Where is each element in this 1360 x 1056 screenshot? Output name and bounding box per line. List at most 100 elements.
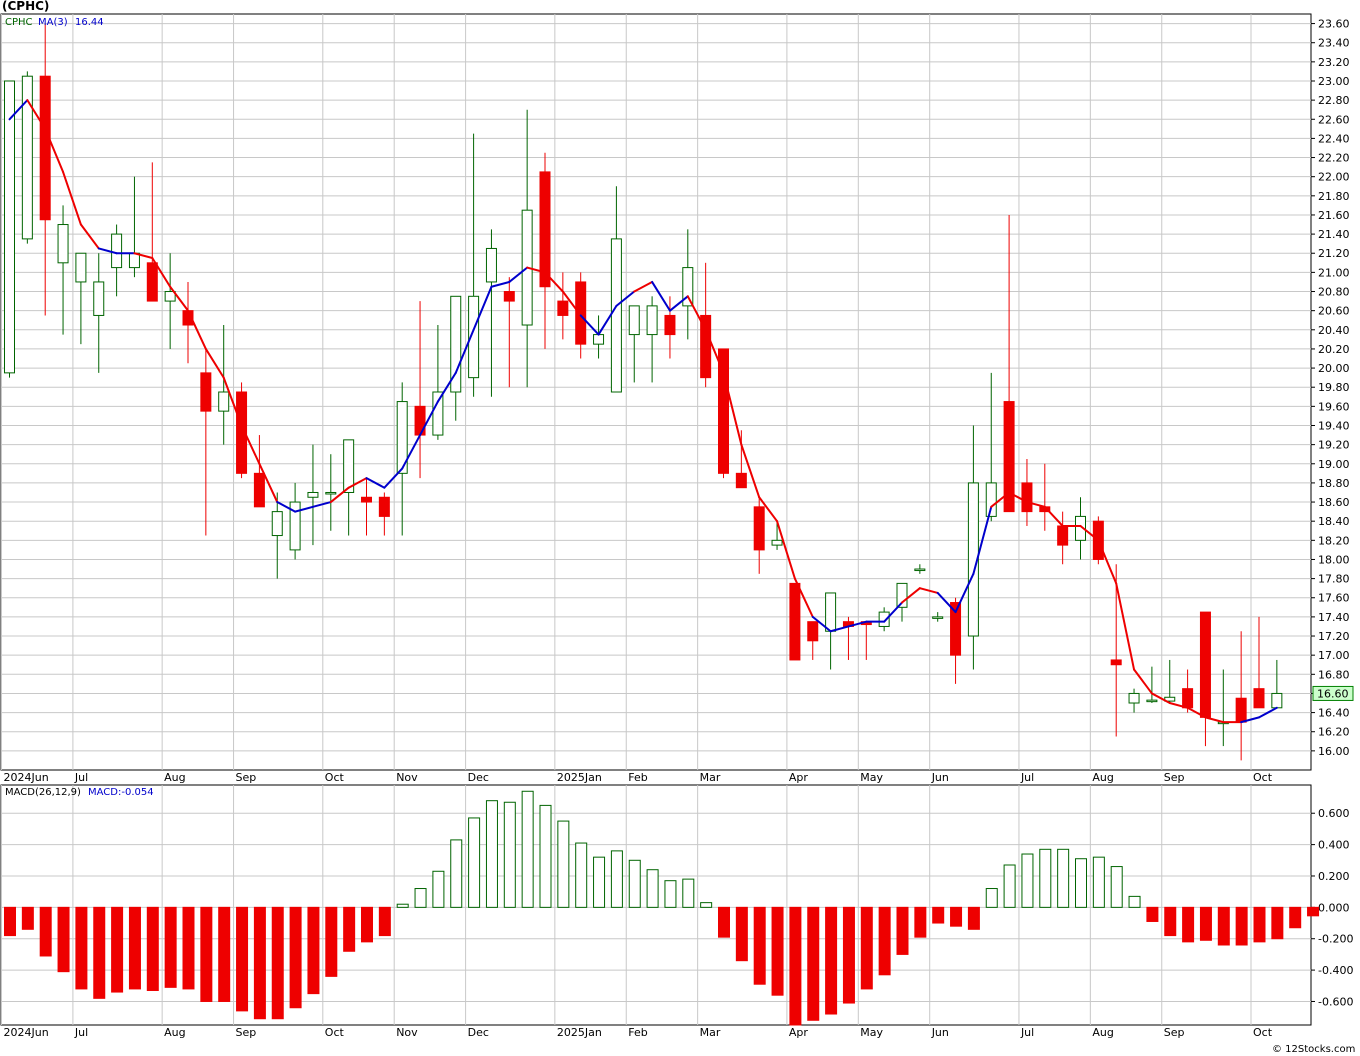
candle-body [200,372,212,412]
macd-bar [200,906,213,1002]
macd-y-tick-label: 0.400 [1318,839,1350,852]
price-y-tick-label: 22.80 [1318,94,1350,107]
price-x-tick-label: Aug [1092,771,1113,784]
macd-bar [1271,906,1284,940]
macd-bar [396,903,409,908]
price-x-tick-label: Jul [74,771,88,784]
candle-body [718,348,729,474]
macd-x-tick-label: Jul [1020,1026,1034,1039]
macd-bar [307,906,320,995]
macd-x-tick-label: Aug [1092,1026,1113,1039]
macd-bar [343,906,356,952]
candle-body [503,291,515,302]
candle-body [146,262,158,302]
macd-bar [146,906,159,991]
macd-bar [842,906,855,1004]
candle-body [4,80,15,374]
macd-bar [75,906,88,990]
price-x-tick-label: Feb [628,771,647,784]
macd-bar [682,878,695,908]
candle-body [414,405,426,436]
price-y-tick-label: 21.20 [1318,247,1350,260]
price-y-tick-label: 17.40 [1318,611,1350,624]
price-y-tick-label: 20.60 [1318,305,1350,318]
candle-body [771,539,783,546]
price-y-tick-label: 23.00 [1318,75,1350,88]
macd-bar [1199,906,1212,941]
price-y-tick-label: 19.20 [1318,439,1350,452]
candle-body [128,252,140,269]
macd-bar [1021,853,1034,908]
chart-title: (CPHC) [2,0,49,13]
price-y-tick-label: 17.80 [1318,573,1350,586]
macd-x-tick-label: Jul [74,1026,88,1039]
candle-body [789,582,801,661]
price-y-tick-label: 21.40 [1318,228,1350,241]
candle-body [1128,692,1140,704]
price-y-tick-label: 23.20 [1318,56,1350,69]
price-y-tick-label: 19.40 [1318,419,1350,432]
ticker-label: CPHC [5,17,33,28]
macd-bar [575,842,588,908]
macd-bar [1092,856,1105,908]
macd-bar [432,870,445,908]
macd-label: MACD(26,12,9) [5,787,81,798]
candle-body [610,238,622,393]
price-y-tick-label: 18.00 [1318,553,1350,566]
price-x-tick-label: 2025Jan [557,771,602,784]
macd-bar [825,906,838,1015]
price-y-tick-label: 19.80 [1318,381,1350,394]
macd-y-tick-label: 0.000 [1318,901,1350,914]
macd-bar [1182,906,1195,943]
price-y-tick-label: 20.40 [1318,324,1350,337]
candle-body [57,224,69,264]
macd-bar [414,888,427,908]
price-legend: CPHC MA(3) 16.44 [5,17,104,28]
price-y-tick-label: 17.60 [1318,592,1350,605]
macd-x-tick-label: Sep [236,1026,257,1039]
macd-y-tick-label: -0.600 [1318,995,1353,1008]
price-y-tick-label: 16.20 [1318,726,1350,739]
price-x-tick-label: Mar [700,771,721,784]
macd-bar [735,906,748,962]
candle-body [557,300,569,316]
macd-bar [1164,906,1177,937]
macd-bar [236,906,249,1012]
macd-bar [128,906,141,990]
price-y-tick-label: 21.60 [1318,209,1350,222]
macd-bar [664,880,677,908]
macd-bar [932,906,945,924]
macd-bar [1110,866,1123,908]
price-x-tick-label: Sep [1164,771,1185,784]
candle-body [539,171,551,288]
candle-body [914,568,926,572]
candle-body [111,233,123,269]
candle-body [343,439,355,493]
last-price-tag: 16.60 [1312,685,1354,701]
macd-bar [218,906,231,1002]
candle-body [1057,525,1069,546]
chart-background [0,0,1360,1056]
macd-x-tick-label: Mar [700,1026,721,1039]
candle-body [735,472,747,489]
price-y-tick-label: 18.80 [1318,477,1350,490]
candle-body [93,281,105,316]
price-x-tick-label: Nov [396,771,418,784]
price-y-tick-label: 20.20 [1318,343,1350,356]
candle-body [361,496,372,503]
price-x-tick-label: 2024Jun [4,771,49,784]
macd-legend: MACD(26,12,9) MACD:-0.054 [5,787,154,798]
price-y-tick-label: 21.80 [1318,190,1350,203]
macd-bar [914,906,927,938]
price-y-tick-label: 23.60 [1318,18,1350,31]
macd-bar [646,869,659,908]
price-x-tick-label: Jul [1020,771,1034,784]
price-y-tick-label: 22.60 [1318,113,1350,126]
macd-bar [1003,864,1016,908]
candle-body [218,391,230,412]
macd-bar [1057,848,1070,908]
price-y-tick-label: 22.20 [1318,152,1350,165]
macd-x-tick-label: 2024Jun [4,1026,49,1039]
candle-body [628,305,640,336]
candle-body [1253,688,1265,709]
